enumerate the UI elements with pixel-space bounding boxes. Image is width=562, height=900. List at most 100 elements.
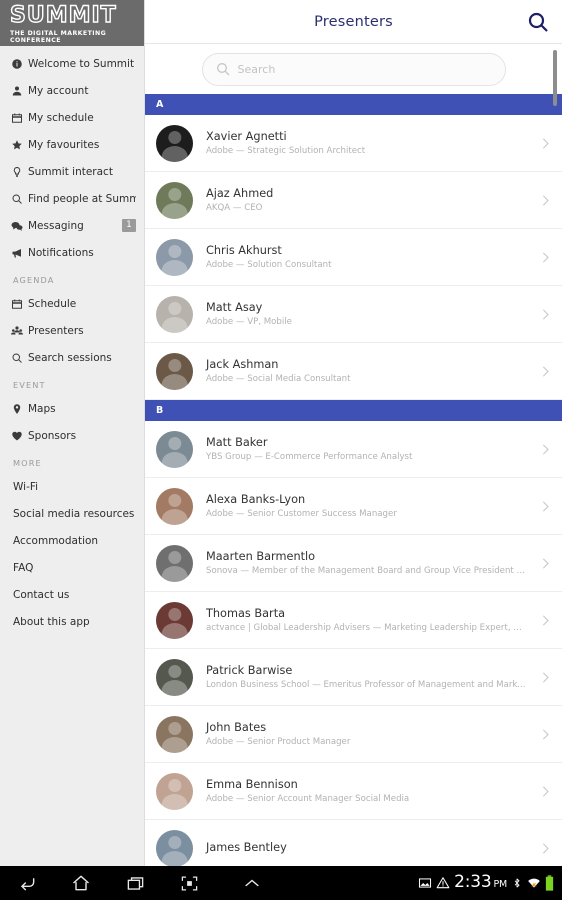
presenter-name: Ajaz Ahmed [206,186,274,200]
sidebar-menu: Welcome to Summit My account My schedule My… [0,46,144,635]
avatar [156,487,193,525]
list-item[interactable]: Alexa Banks-Lyon Adobe — Senior Customer … [145,478,562,535]
unread-badge: 1 [122,219,136,232]
heart-icon [11,430,28,442]
list-item-text: Ajaz Ahmed AKQA — CEO [193,186,528,215]
sidebar-item-faq[interactable]: FAQ [0,554,144,581]
recents-icon[interactable] [108,866,162,900]
sidebar-group-more: MORE [13,458,42,468]
list-item[interactable]: James Bentley [145,820,562,866]
list-item-text: Matt Baker YBS Group — E-Commerce Perform… [193,435,528,464]
search-placeholder: Search [237,62,276,76]
screenshot-icon[interactable] [162,866,216,900]
sidebar-item-label: My account [28,84,89,97]
status-tray: 2:33 PM [418,873,562,893]
sidebar-item-notifications[interactable]: Notifications [0,239,144,266]
sidebar-item-my-favourites[interactable]: My favourites [0,131,144,158]
sidebar-item-wi-fi[interactable]: Wi-Fi [0,473,144,500]
expand-up-icon[interactable] [216,873,418,893]
sidebar-item-about-this-app[interactable]: About this app [0,608,144,635]
presenter-name: Alexa Banks-Lyon [206,492,306,506]
avatar [156,352,193,390]
sidebar-item-label: About this app [13,615,90,628]
list-item[interactable]: John Bates Adobe — Senior Product Manager [145,706,562,763]
list-item[interactable]: Patrick Barwise London Business School — … [145,649,562,706]
home-icon[interactable] [54,866,108,900]
sidebar-item-my-account[interactable]: My account [0,77,144,104]
avatar [156,772,193,810]
presenter-subtitle: Adobe — Solution Consultant [206,259,332,270]
list-item[interactable]: Emma Bennison Adobe — Senior Account Mana… [145,763,562,820]
android-nav-bar: 2:33 PM [0,866,562,900]
main-panel: Presenters Search A Xavier Agnetti Adobe… [145,0,562,866]
info-icon [11,58,28,70]
list-item[interactable]: Matt Asay Adobe — VP, Mobile [145,286,562,343]
sidebar-group-event: EVENT [13,380,46,390]
search-input[interactable]: Search [201,52,506,86]
presenter-subtitle: Adobe — Social Media Consultant [206,373,351,384]
list-item-text: Thomas Barta actvance | Global Leadership… [193,606,528,635]
presenter-name: John Bates [206,720,267,734]
presenter-subtitle: Adobe — Strategic Solution Architect [206,145,366,156]
sidebar-item-contact-us[interactable]: Contact us [0,581,144,608]
sidebar-item-messaging[interactable]: Messaging 1 [0,212,144,239]
sidebar-item-welcome-to-summit[interactable]: Welcome to Summit [0,50,144,77]
sidebar-item-label: Maps [28,402,56,415]
sidebar-item-maps[interactable]: Maps [0,395,144,422]
sidebar-item-label: Presenters [28,324,84,337]
sidebar-item-label: FAQ [13,561,34,574]
presenter-subtitle: Sonova — Member of the Management Board … [206,565,528,576]
chevron-right-icon [528,364,562,379]
chevron-right-icon [528,841,562,856]
list-item[interactable]: Jack Ashman Adobe — Social Media Consulta… [145,343,562,400]
presenter-subtitle: London Business School — Emeritus Profes… [206,679,528,690]
search-icon [11,193,28,205]
bluetooth-icon [511,876,523,890]
sidebar-item-accommodation[interactable]: Accommodation [0,527,144,554]
sidebar-item-sponsors[interactable]: Sponsors [0,422,144,449]
sidebar-item-my-schedule[interactable]: My schedule [0,104,144,131]
sidebar-item-schedule[interactable]: Schedule [0,290,144,317]
person-icon [11,85,28,97]
presenter-subtitle: Adobe — VP, Mobile [206,316,292,327]
scrollbar-thumb[interactable] [553,50,557,106]
sidebar-item-label: Schedule [28,297,77,310]
list-item-text: Jack Ashman Adobe — Social Media Consulta… [193,357,528,386]
sidebar-item-search-sessions[interactable]: Search sessions [0,344,144,371]
avatar [156,829,193,866]
avatar [156,238,193,276]
presenter-name: Maarten Barmentlo [206,549,316,563]
presenter-list[interactable]: A Xavier Agnetti Adobe — Strategic Solutio… [145,94,562,866]
list-item[interactable]: Maarten Barmentlo Sonova — Member of the … [145,535,562,592]
sidebar-item-presenters[interactable]: Presenters [0,317,144,344]
body-area: SUMMIT THE DIGITAL MARKETING CONFERENCE … [0,0,562,866]
list-item[interactable]: Chris Akhurst Adobe — Solution Consultant [145,229,562,286]
sidebar-item-label: Accommodation [13,534,99,547]
list-item[interactable]: Ajaz Ahmed AKQA — CEO [145,172,562,229]
sidebar-item-find-people-at-summit[interactable]: Find people at Summit [0,185,144,212]
megaphone-icon [11,247,28,259]
sidebar-group-agenda: AGENDA [13,275,55,285]
warning-icon [436,876,450,890]
chevron-right-icon [528,727,562,742]
search-icon[interactable] [526,10,550,34]
calendar-icon [11,112,28,124]
presenter-subtitle: AKQA — CEO [206,202,263,213]
sidebar-item-label: Search sessions [28,351,112,364]
avatar [156,124,193,162]
app-logo[interactable]: SUMMIT THE DIGITAL MARKETING CONFERENCE [0,0,144,46]
sidebar-item-social-media-resources[interactable]: Social media resources [0,500,144,527]
presenter-subtitle: actvance | Global Leadership Advisers — … [206,622,528,633]
avatar [156,601,193,639]
list-item[interactable]: Matt Baker YBS Group — E-Commerce Perform… [145,421,562,478]
search-bar-container: Search [145,44,562,94]
list-item[interactable]: Xavier Agnetti Adobe — Strategic Solution… [145,115,562,172]
back-icon[interactable] [0,866,54,900]
list-item[interactable]: Thomas Barta actvance | Global Leadership… [145,592,562,649]
sidebar-item-summit-interact[interactable]: Summit interact [0,158,144,185]
presenter-name: Matt Baker [206,435,268,449]
list-item-text: Alexa Banks-Lyon Adobe — Senior Customer … [193,492,528,521]
sidebar-item-label: Contact us [13,588,70,601]
avatar [156,181,193,219]
list-item-text: Xavier Agnetti Adobe — Strategic Solution… [193,129,528,158]
